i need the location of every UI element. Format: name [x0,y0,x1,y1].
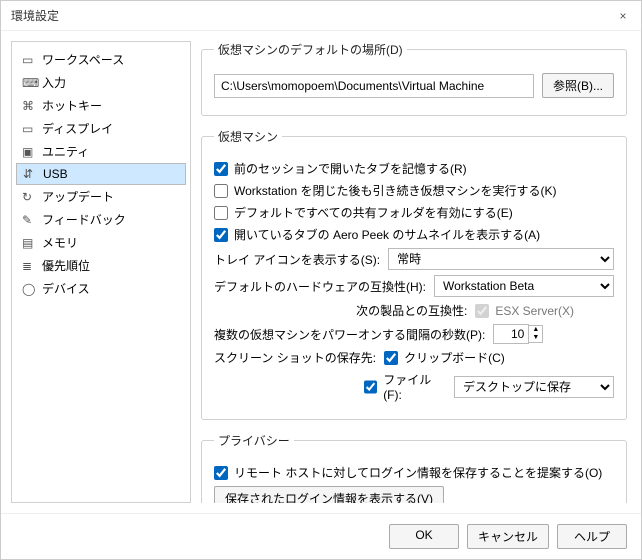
file-label: ファイル(F): [383,371,446,402]
legend-privacy: プライバシー [214,432,294,449]
sidebar-item-label: 入力 [42,74,66,91]
chk-file[interactable]: ファイル(F): [364,371,446,402]
clip-label: クリップボード(C) [404,349,505,366]
main-area: ▭ ワークスペース ⌨ 入力 ⌘ ホットキー ▭ ディスプレイ ▣ ユニティ ⇵ USB ↻ アップデート… [1,31,641,513]
chk-clipboard[interactable]: クリップボード(C) [384,349,505,366]
content-panel: 仮想マシンのデフォルトの場所(D) C:\Users\momopoem\Docu… [201,41,631,503]
show-saved-button[interactable]: 保存されたログイン情報を表示する(V) [214,486,444,503]
sidebar-icon: ⌘ [22,99,36,113]
compat-select[interactable]: Workstation Beta [434,275,614,297]
sidebar-item-label: ホットキー [42,97,102,114]
sidebar-icon: ▤ [22,236,36,250]
chk-keep-running[interactable]: Workstation を閉じた後も引き続き仮想マシンを実行する(K) [214,182,614,199]
sidebar-item-label: ユニティ [42,143,89,160]
sidebar-item-label: フィードバック [42,211,126,228]
sidebar-item-10[interactable]: ◯ デバイス [16,277,186,300]
titlebar: 環境設定 × [1,1,641,31]
sidebar-item-6[interactable]: ↻ アップデート [16,185,186,208]
sidebar-item-label: アップデート [42,188,114,205]
ok-button[interactable]: OK [389,524,459,549]
sidebar-icon: ▭ [22,53,36,67]
sidebar-item-4[interactable]: ▣ ユニティ [16,140,186,163]
screenshot-label: スクリーン ショットの保存先: [214,349,376,366]
poweron-spinner[interactable]: ▲▼ [493,324,543,344]
sidebar-item-label: デバイス [42,280,90,297]
sidebar-item-8[interactable]: ▤ メモリ [16,231,186,254]
tray-label: トレイ アイコンを表示する(S): [214,251,380,268]
offer-label: リモート ホストに対してログイン情報を保存することを提案する(O) [234,464,602,481]
sidebar-icon: ⌨ [22,76,36,90]
cancel-button[interactable]: キャンセル [467,524,549,549]
sidebar-icon: ≣ [22,259,36,273]
sidebar-item-2[interactable]: ⌘ ホットキー [16,94,186,117]
sidebar-icon: ▭ [22,122,36,136]
sidebar-icon: ◯ [22,282,36,296]
spin-up-icon[interactable]: ▲ [529,326,542,334]
sidebar-icon: ⇵ [23,167,37,181]
sidebar-item-7[interactable]: ✎ フィードバック [16,208,186,231]
sidebar-item-1[interactable]: ⌨ 入力 [16,71,186,94]
chk-remember-tabs[interactable]: 前のセッションで開いたタブを記憶する(R) [214,160,614,177]
compat-with-label: 次の製品との互換性: [356,302,467,319]
sidebar-item-label: ディスプレイ [42,120,113,137]
spin-down-icon[interactable]: ▼ [529,334,542,342]
sidebar-icon: ✎ [22,213,36,227]
help-button[interactable]: ヘルプ [557,524,627,549]
sidebar-icon: ↻ [22,190,36,204]
group-privacy: プライバシー リモート ホストに対してログイン情報を保存することを提案する(O)… [201,432,627,503]
group-vm: 仮想マシン 前のセッションで開いたタブを記憶する(R) Workstation … [201,128,627,420]
browse-button[interactable]: 参照(B)... [542,73,614,98]
chk-aero-peek[interactable]: 開いているタブの Aero Peek のサムネイルを表示する(A) [214,226,614,243]
sidebar-item-3[interactable]: ▭ ディスプレイ [16,117,186,140]
chk-remember-label: 前のセッションで開いたタブを記憶する(R) [234,160,467,177]
esx-label: ESX Server(X) [495,304,574,318]
legend-vm: 仮想マシン [214,128,282,145]
sidebar-icon: ▣ [22,145,36,159]
tray-select[interactable]: 常時 [388,248,614,270]
file-dest-select[interactable]: デスクトップに保存 [454,376,614,398]
window-title: 環境設定 [11,7,59,24]
default-path-input[interactable]: C:\Users\momopoem\Documents\Virtual Mach… [214,74,534,98]
chk-aero-label: 開いているタブの Aero Peek のサムネイルを表示する(A) [234,226,540,243]
sidebar-item-label: メモリ [42,234,78,251]
legend-default-location: 仮想マシンのデフォルトの場所(D) [214,41,407,58]
chk-keep-label: Workstation を閉じた後も引き続き仮想マシンを実行する(K) [234,182,556,199]
chk-enable-shared[interactable]: デフォルトですべての共有フォルダを有効にする(E) [214,204,614,221]
sidebar-item-0[interactable]: ▭ ワークスペース [16,48,186,71]
compat-label: デフォルトのハードウェアの互換性(H): [214,278,426,295]
close-icon[interactable]: × [615,8,631,24]
sidebar-item-label: ワークスペース [42,51,124,68]
sidebar-item-9[interactable]: ≣ 優先順位 [16,254,186,277]
sidebar-item-label: 優先順位 [42,257,90,274]
chk-shared-label: デフォルトですべての共有フォルダを有効にする(E) [234,204,513,221]
poweron-label: 複数の仮想マシンをパワーオンする間隔の秒数(P): [214,326,485,343]
sidebar: ▭ ワークスペース ⌨ 入力 ⌘ ホットキー ▭ ディスプレイ ▣ ユニティ ⇵ USB ↻ アップデート… [11,41,191,503]
poweron-value [493,324,529,344]
chk-esx: ESX Server(X) [475,304,574,318]
footer: OK キャンセル ヘルプ [1,513,641,559]
sidebar-item-label: USB [43,167,68,181]
group-default-location: 仮想マシンのデフォルトの場所(D) C:\Users\momopoem\Docu… [201,41,627,116]
sidebar-item-5[interactable]: ⇵ USB [16,163,186,185]
chk-offer-save[interactable]: リモート ホストに対してログイン情報を保存することを提案する(O) [214,464,614,481]
